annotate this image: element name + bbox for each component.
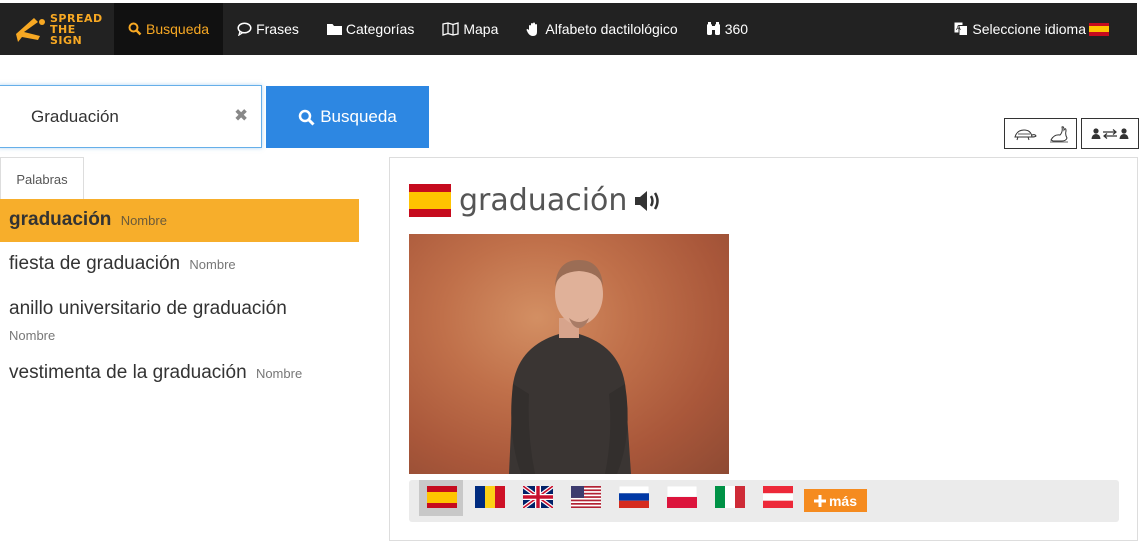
translate-icon: A [954,22,969,36]
nav-item-360[interactable]: 360 [692,3,762,55]
folder-icon [326,23,342,35]
nav-item-label: 360 [724,21,749,37]
spain-flag-icon [409,184,451,217]
result-type: Nombre [9,328,56,343]
language-selector-label: Seleccione idioma [972,21,1086,37]
nav-item-mapa[interactable]: Mapa [428,3,512,55]
result-word: graduación [9,209,112,230]
austria-flag-icon[interactable] [763,486,793,508]
logo-line-3: SIGN [50,33,83,47]
word-title: graduación [409,183,663,218]
result-item[interactable]: graduación Nombre [0,199,359,242]
result-word: vestimenta de la graduación [9,362,247,383]
result-type: Nombre [120,213,167,228]
nav-item-label: Categorías [345,21,415,37]
sign-detail-panel: graduación más [389,157,1138,541]
binoculars-icon [706,22,720,35]
result-item[interactable]: anillo universitario de graduación Nombr… [0,287,359,351]
search-icon [128,22,142,36]
spain-flag-icon [1089,22,1109,36]
comment-icon [237,22,252,36]
signer-person-image [509,260,631,474]
speaker-icon[interactable] [633,188,663,214]
more-languages-button[interactable]: más [804,489,867,512]
word-heading: graduación [459,183,628,218]
spread-the-sign-logo[interactable]: SPREAD THE SIGN [0,3,114,55]
search-input[interactable] [29,106,223,128]
logo-line-1: SPREAD [50,11,103,25]
search-button[interactable]: Busqueda [266,86,429,148]
rabbit-icon [1050,125,1069,142]
language-flags-bar: más [409,480,1119,522]
russia-flag-icon[interactable] [619,486,649,508]
swap-users-icon [1091,127,1129,139]
usa-flag-icon[interactable] [571,486,601,508]
logo-hand-icon [16,18,45,42]
sign-video[interactable] [409,234,729,474]
top-navbar: SPREAD THE SIGN Busqueda Frases Categorí… [0,3,1137,55]
nav-item-busqueda[interactable]: Busqueda [114,3,224,55]
logo-text: SPREAD THE SIGN [50,13,103,46]
search-box: ✖ [0,85,262,148]
logo-line-2: THE [50,22,76,36]
result-word: anillo universitario de graduación [9,298,287,319]
tab-palabras-label: Palabras [16,171,68,187]
result-item[interactable]: vestimenta de la graduación Nombre [0,351,359,396]
tab-palabras[interactable]: Palabras [0,157,84,200]
nav-item-categorias[interactable]: Categorías [313,3,428,55]
search-button-label: Busqueda [320,107,397,126]
poland-flag-icon[interactable] [667,486,697,508]
result-item[interactable]: fiesta de graduación Nombre [0,242,359,287]
more-languages-label: más [828,492,858,509]
nav-item-label: Alfabeto dactilológico [545,21,678,37]
uk-flag-icon[interactable] [523,486,553,508]
map-icon [442,22,459,36]
turtle-icon [1014,128,1037,140]
nav-item-alfabeto[interactable]: Alfabeto dactilológico [512,3,691,55]
speed-toggle-button[interactable] [1004,118,1077,149]
italy-flag-icon[interactable] [715,486,745,508]
language-selector[interactable]: A Seleccione idioma [940,3,1137,55]
nav-item-label: Mapa [463,21,499,37]
swap-signer-button[interactable] [1081,118,1139,149]
result-type: Nombre [255,366,303,381]
romania-flag-icon[interactable] [475,486,505,508]
spain-flag-icon[interactable] [427,486,457,508]
hand-icon [526,22,538,36]
nav-item-label: Frases [256,21,299,37]
plus-icon [813,494,826,507]
svg-text:A: A [956,24,961,32]
result-word: fiesta de graduación [9,253,181,274]
search-icon [298,109,315,126]
clear-icon[interactable]: ✖ [234,106,248,126]
result-list: graduación Nombre fiesta de graduación N… [0,199,359,396]
nav-item-label: Busqueda [146,21,210,37]
result-type: Nombre [189,257,236,272]
nav-item-frases[interactable]: Frases [223,3,313,55]
